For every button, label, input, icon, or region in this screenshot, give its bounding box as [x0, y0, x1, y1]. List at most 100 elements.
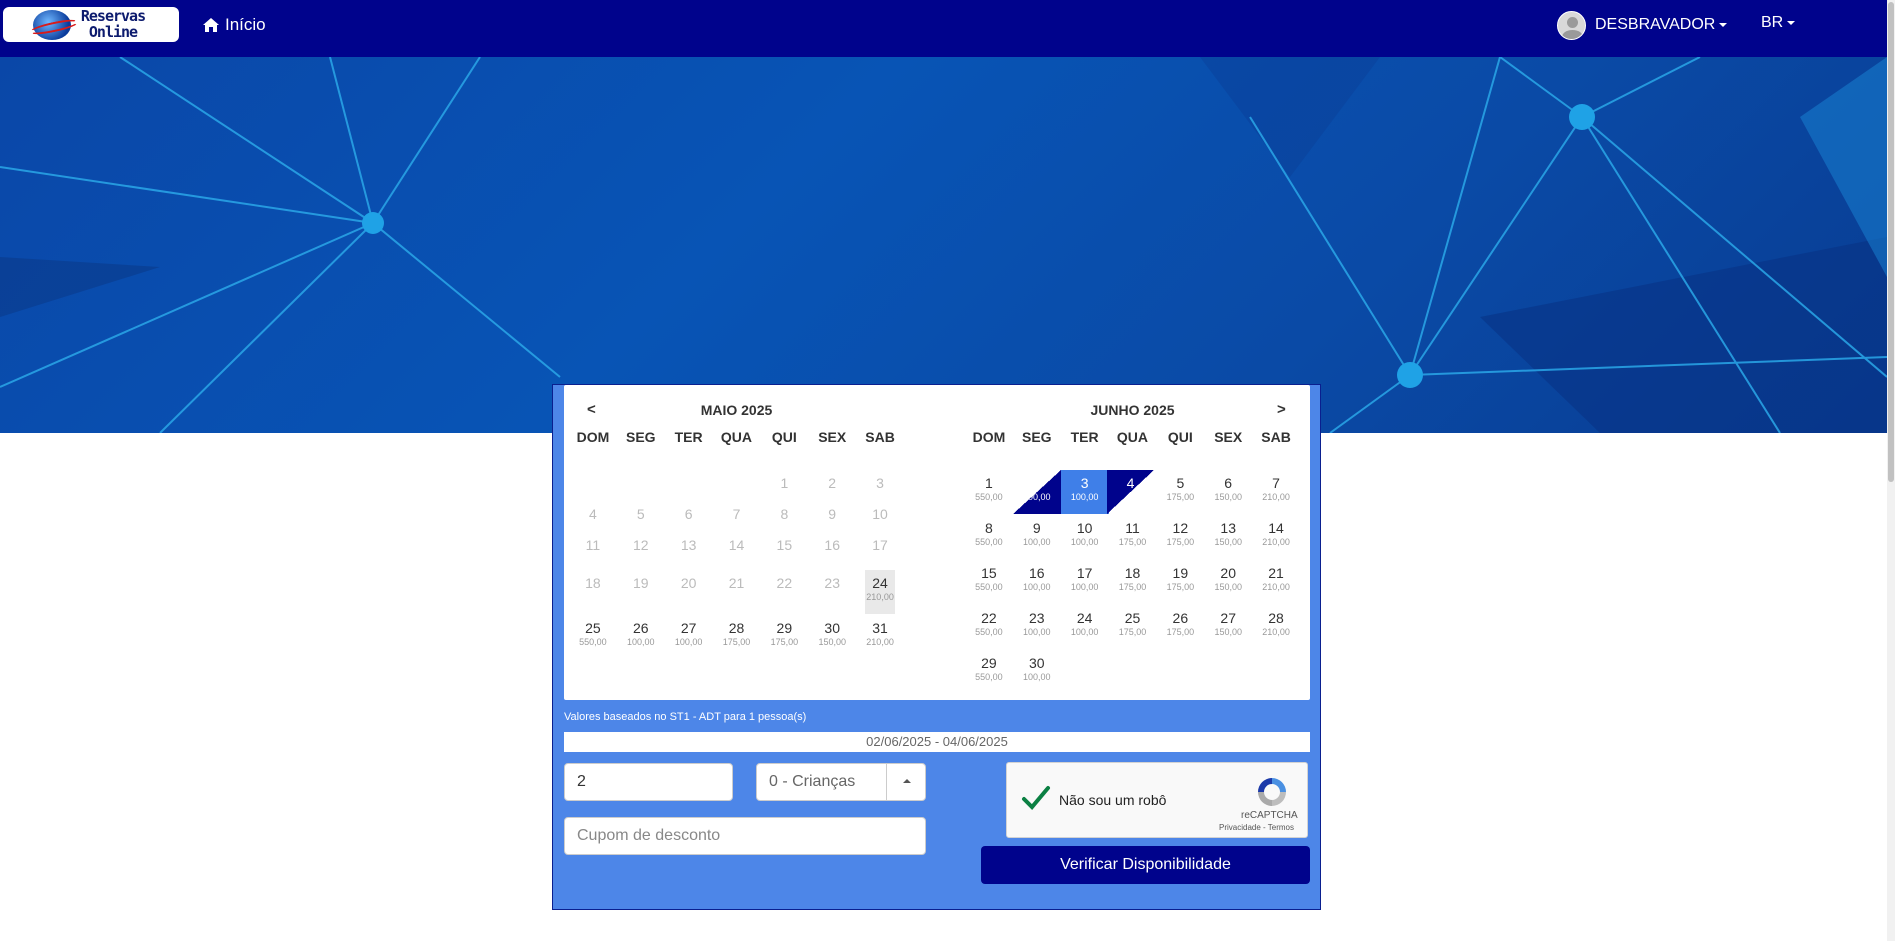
- calendar-day[interactable]: 30 150,00: [817, 620, 847, 648]
- calendar-day[interactable]: 21 210,00: [1261, 565, 1291, 593]
- day-price: 210,00: [1262, 627, 1290, 637]
- dropdown-toggle-icon[interactable]: [886, 764, 925, 800]
- calendar-day: 14: [722, 537, 752, 553]
- calendar-day: 22: [769, 575, 799, 591]
- weekday-label: QUA: [720, 429, 753, 445]
- calendar-day[interactable]: 26 100,00: [626, 620, 656, 648]
- language-menu[interactable]: BR: [1761, 14, 1796, 32]
- children-value: 0 - Crianças: [769, 773, 856, 790]
- calendar-day[interactable]: 27 100,00: [674, 620, 704, 648]
- calendar-day[interactable]: 24 100,00: [1070, 610, 1100, 638]
- children-select[interactable]: 0 - Crianças: [756, 763, 926, 801]
- day-price: 150,00: [1214, 537, 1242, 547]
- calendar-day[interactable]: 28 175,00: [722, 620, 752, 648]
- day-price: 550,00: [975, 627, 1003, 637]
- scrollbar[interactable]: [1887, 0, 1895, 941]
- captcha-links[interactable]: Privacidade - Termos: [1219, 823, 1294, 832]
- calendar-day[interactable]: 11 175,00: [1118, 520, 1148, 548]
- calendar-day[interactable]: 29 550,00: [974, 655, 1004, 683]
- calendar-day[interactable]: 27 150,00: [1213, 610, 1243, 638]
- calendar-day[interactable]: 8 550,00: [974, 520, 1004, 548]
- checkmark-icon[interactable]: [1021, 783, 1051, 813]
- calendar-day[interactable]: 13 150,00: [1213, 520, 1243, 548]
- calendar-day: 5: [626, 506, 656, 522]
- calendar-day[interactable]: 6 150,00: [1213, 475, 1243, 503]
- calendar-day[interactable]: 29 175,00: [769, 620, 799, 648]
- calendar-day[interactable]: 3 100,00: [1060, 470, 1109, 514]
- calendar-day: 9: [817, 506, 847, 522]
- scrollbar-thumb[interactable]: [1888, 2, 1894, 482]
- home-link[interactable]: Início: [202, 14, 266, 36]
- day-price: 550,00: [975, 492, 1003, 502]
- caret-down-icon: [1787, 20, 1796, 25]
- coupon-input[interactable]: Cupom de desconto: [564, 817, 926, 855]
- day-number: 27: [1220, 610, 1236, 626]
- verify-availability-button[interactable]: Verificar Disponibilidade: [981, 846, 1310, 884]
- calendar-day[interactable]: 12 175,00: [1165, 520, 1195, 548]
- day-number: 1: [780, 475, 789, 491]
- day-number: 26: [1172, 610, 1189, 626]
- day-number: 25: [1124, 610, 1141, 626]
- calendar-day[interactable]: 17 100,00: [1070, 565, 1100, 593]
- calendar-day[interactable]: 2100,00: [1012, 470, 1061, 514]
- day-number: 13: [1220, 520, 1236, 536]
- calendar-day[interactable]: 18 175,00: [1118, 565, 1148, 593]
- calendar-day[interactable]: 20 150,00: [1213, 565, 1243, 593]
- day-number: 4: [589, 506, 597, 522]
- calendar-day[interactable]: 4175,00: [1106, 470, 1155, 514]
- calendar-day[interactable]: 26 175,00: [1165, 610, 1195, 638]
- day-price: 100,00: [1023, 537, 1051, 547]
- day-number: 9: [1032, 520, 1041, 536]
- calendar-day[interactable]: 15 550,00: [974, 565, 1004, 593]
- day-number: 21: [728, 575, 745, 591]
- calendar-day: 18: [578, 575, 608, 591]
- calendar-day[interactable]: 31 210,00: [865, 620, 895, 648]
- day-number: 23: [824, 575, 840, 591]
- day-number: 21: [1268, 565, 1284, 581]
- day-number: 19: [632, 575, 649, 591]
- booking-panel: < MAIO 2025 DOM SEG TER QUA QUI SEX SAB …: [552, 384, 1321, 910]
- day-number: 10: [872, 506, 888, 522]
- logo[interactable]: Reservas Online: [3, 7, 179, 42]
- calendar-day: 12: [626, 537, 656, 553]
- calendar-grid: DOM SEG TER QUA QUI SEX SAB 1550,002100,…: [965, 429, 1300, 682]
- day-number: 29: [776, 620, 793, 636]
- weekday-label: DOM: [576, 429, 610, 445]
- adults-input[interactable]: 2: [564, 763, 733, 801]
- calendar-day[interactable]: 14 210,00: [1261, 520, 1291, 548]
- day-price: 210,00: [1262, 492, 1290, 502]
- calendar-day[interactable]: 9 100,00: [1022, 520, 1052, 548]
- day-number: 9: [828, 506, 837, 522]
- calendar-day[interactable]: 22 550,00: [974, 610, 1004, 638]
- weekday-label: SEX: [818, 429, 847, 445]
- date-range-calendar: < MAIO 2025 DOM SEG TER QUA QUI SEX SAB …: [564, 385, 1310, 700]
- network-map-graphic: [0, 57, 1887, 433]
- day-price: 175,00: [1166, 582, 1195, 592]
- date-range-field[interactable]: 02/06/2025 - 04/06/2025: [564, 732, 1310, 752]
- day-price: 100,00: [1070, 582, 1099, 592]
- day-number: 15: [776, 537, 793, 553]
- calendar-day: 3: [865, 475, 895, 491]
- language-label: BR: [1761, 14, 1784, 31]
- calendar-day[interactable]: 30 100,00: [1022, 655, 1052, 683]
- calendar-day[interactable]: 7 210,00: [1261, 475, 1291, 503]
- calendar-day[interactable]: 5 175,00: [1165, 475, 1195, 503]
- calendar-day[interactable]: 16 100,00: [1022, 565, 1052, 593]
- month-title: JUNHO 2025: [1090, 402, 1175, 418]
- calendar-day[interactable]: 24 210,00: [865, 570, 896, 614]
- day-price: 100,00: [1023, 492, 1051, 502]
- calendar-day[interactable]: 1 550,00: [974, 475, 1004, 503]
- calendar-day[interactable]: 19 175,00: [1165, 565, 1195, 593]
- calendar-day[interactable]: 25 550,00: [578, 620, 608, 648]
- calendar-day[interactable]: 28 210,00: [1261, 610, 1291, 638]
- day-price: 210,00: [866, 637, 894, 647]
- calendar-day[interactable]: 10 100,00: [1070, 520, 1100, 548]
- day-price: 150,00: [1214, 627, 1242, 637]
- calendar-day: 13: [674, 537, 704, 553]
- calendar-day[interactable]: 23 100,00: [1022, 610, 1052, 638]
- weekday-label: SEG: [625, 429, 656, 445]
- day-number: 11: [1125, 520, 1140, 536]
- day-number: 27: [680, 620, 697, 636]
- user-menu[interactable]: DESBRAVADOR: [1557, 10, 1728, 40]
- calendar-day[interactable]: 25 175,00: [1118, 610, 1148, 638]
